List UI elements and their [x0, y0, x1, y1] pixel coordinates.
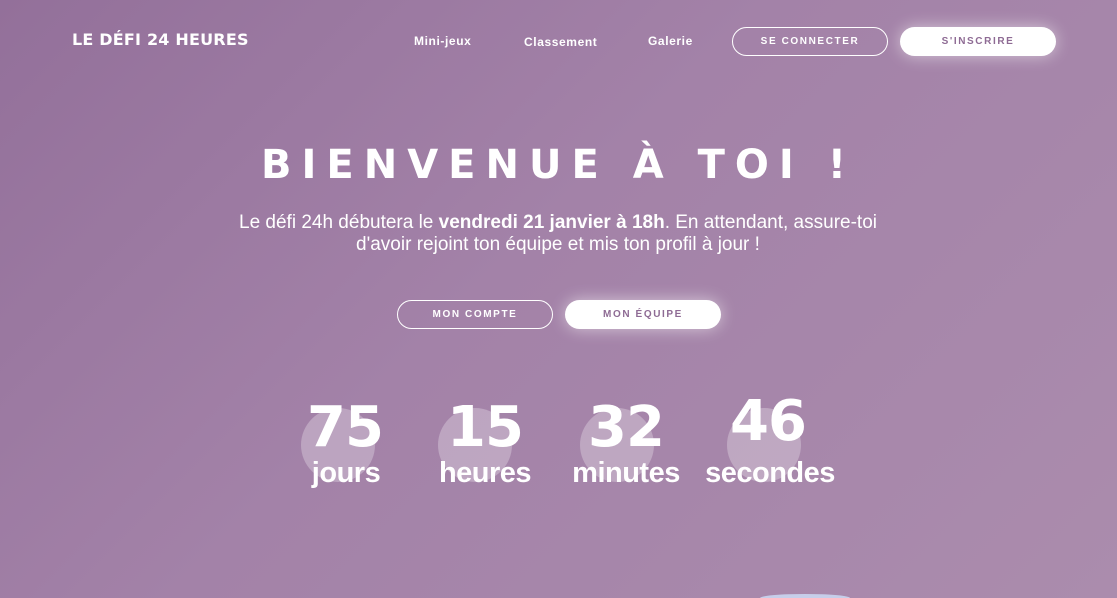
bottom-decoration — [760, 594, 850, 598]
nav-link-classement[interactable]: Classement — [524, 35, 597, 49]
hero-text-date: vendredi 21 janvier à 18h — [438, 212, 665, 233]
countdown-hours-value: 15 — [447, 395, 524, 460]
nav-link-galerie[interactable]: Galerie — [648, 34, 693, 48]
countdown-days-value: 75 — [307, 395, 384, 460]
hero-description: Le défi 24h débutera le vendredi 21 janv… — [228, 212, 888, 256]
countdown-seconds-value: 46 — [730, 389, 807, 454]
my-account-button[interactable]: MON COMPTE — [397, 300, 553, 329]
countdown-seconds-label: secondes — [705, 457, 835, 489]
nav-link-mini-jeux[interactable]: Mini-jeux — [414, 34, 471, 48]
my-team-button[interactable]: MON ÉQUIPE — [565, 300, 721, 329]
countdown-minutes-value: 32 — [588, 395, 665, 460]
site-logo[interactable]: LE DÉFI 24 HEURES — [72, 30, 249, 49]
page: LE DÉFI 24 HEURES Mini-jeux Classement G… — [0, 0, 1117, 598]
login-button[interactable]: SE CONNECTER — [732, 27, 888, 56]
signup-button[interactable]: S'INSCRIRE — [900, 27, 1056, 56]
hero-title: BIENVENUE À TOI ! — [261, 142, 856, 188]
hero-text-start: Le défi 24h débutera le — [239, 212, 439, 233]
